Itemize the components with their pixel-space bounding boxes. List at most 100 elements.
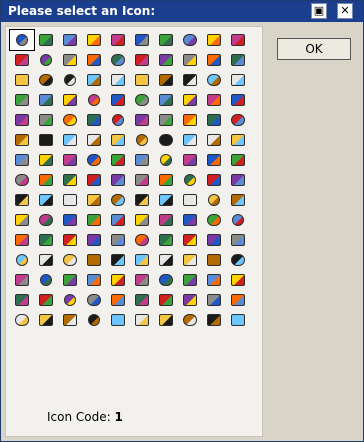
icon-cell[interactable] [58, 170, 82, 190]
icon-cell[interactable] [106, 50, 130, 70]
icon-cell[interactable] [34, 270, 58, 290]
icon-cell[interactable] [178, 30, 202, 50]
icon-cell[interactable] [82, 170, 106, 190]
icon-cell[interactable] [106, 90, 130, 110]
icon-cell[interactable] [82, 130, 106, 150]
icon-cell[interactable] [226, 210, 250, 230]
restore-icon[interactable]: ▣ [311, 3, 327, 19]
icon-cell[interactable] [34, 130, 58, 150]
icon-cell[interactable] [34, 150, 58, 170]
icon-cell[interactable] [154, 290, 178, 310]
icon-cell[interactable] [154, 70, 178, 90]
icon-cell[interactable] [106, 110, 130, 130]
icon-cell[interactable] [130, 70, 154, 90]
icon-cell[interactable] [106, 290, 130, 310]
icon-cell[interactable] [106, 190, 130, 210]
icon-cell[interactable] [106, 170, 130, 190]
icon-cell[interactable] [130, 210, 154, 230]
icon-cell[interactable] [34, 250, 58, 270]
icon-cell[interactable] [82, 270, 106, 290]
icon-cell[interactable] [130, 250, 154, 270]
icon-cell[interactable] [202, 210, 226, 230]
icon-cell[interactable] [154, 30, 178, 50]
icon-cell[interactable] [58, 150, 82, 170]
icon-cell[interactable] [58, 110, 82, 130]
icon-cell[interactable] [10, 150, 34, 170]
icon-cell[interactable] [82, 210, 106, 230]
icon-cell[interactable] [106, 150, 130, 170]
icon-cell[interactable] [130, 170, 154, 190]
icon-cell[interactable] [34, 110, 58, 130]
icon-cell[interactable] [130, 90, 154, 110]
icon-cell[interactable] [82, 310, 106, 330]
icon-cell[interactable] [202, 150, 226, 170]
icon-cell[interactable] [130, 50, 154, 70]
icon-cell[interactable] [154, 230, 178, 250]
icon-cell[interactable] [34, 190, 58, 210]
icon-cell[interactable] [202, 290, 226, 310]
icon-cell[interactable] [58, 250, 82, 270]
icon-cell[interactable] [10, 230, 34, 250]
icon-cell[interactable] [34, 170, 58, 190]
icon-cell[interactable] [202, 70, 226, 90]
icon-cell[interactable] [58, 230, 82, 250]
icon-cell[interactable] [82, 70, 106, 90]
icon-cell[interactable] [202, 270, 226, 290]
icon-cell[interactable] [130, 270, 154, 290]
icon-cell[interactable] [34, 310, 58, 330]
icon-cell[interactable] [10, 50, 34, 70]
icon-cell[interactable] [202, 130, 226, 150]
icon-cell[interactable] [178, 110, 202, 130]
icon-cell[interactable] [82, 190, 106, 210]
icon-cell[interactable] [154, 50, 178, 70]
icon-cell[interactable] [202, 90, 226, 110]
icon-cell[interactable] [202, 230, 226, 250]
icon-cell[interactable] [154, 130, 178, 150]
icon-cell[interactable] [226, 90, 250, 110]
icon-cell[interactable] [130, 130, 154, 150]
icon-cell[interactable] [178, 90, 202, 110]
icon-cell[interactable] [10, 90, 34, 110]
icon-cell[interactable] [10, 170, 34, 190]
icon-cell[interactable] [178, 210, 202, 230]
icon-cell[interactable] [226, 270, 250, 290]
icon-cell[interactable] [130, 190, 154, 210]
icon-cell[interactable] [130, 30, 154, 50]
icon-cell[interactable] [202, 50, 226, 70]
icon-cell[interactable] [154, 210, 178, 230]
icon-cell[interactable] [58, 130, 82, 150]
icon-cell[interactable] [178, 310, 202, 330]
icon-cell[interactable] [58, 270, 82, 290]
icon-cell[interactable] [202, 310, 226, 330]
icon-cell[interactable] [58, 50, 82, 70]
icon-cell[interactable] [106, 210, 130, 230]
icon-cell[interactable] [178, 170, 202, 190]
icon-cell[interactable] [82, 250, 106, 270]
icon-cell[interactable] [10, 70, 34, 90]
icon-cell[interactable] [106, 250, 130, 270]
icon-cell[interactable] [226, 150, 250, 170]
icon-cell[interactable] [106, 230, 130, 250]
icon-cell[interactable] [10, 270, 34, 290]
icon-cell[interactable] [10, 210, 34, 230]
icon-cell[interactable] [82, 30, 106, 50]
icon-cell[interactable] [58, 70, 82, 90]
icon-cell[interactable] [202, 170, 226, 190]
icon-cell[interactable] [226, 170, 250, 190]
icon-cell[interactable] [202, 30, 226, 50]
ok-button[interactable]: OK [277, 38, 351, 60]
icon-cell[interactable] [154, 170, 178, 190]
icon-cell[interactable] [226, 310, 250, 330]
icon-cell[interactable] [58, 310, 82, 330]
icon-cell[interactable] [106, 130, 130, 150]
icon-cell[interactable] [154, 150, 178, 170]
icon-cell[interactable] [82, 50, 106, 70]
icon-cell[interactable] [9, 29, 35, 51]
icon-cell[interactable] [58, 30, 82, 50]
icon-cell[interactable] [130, 290, 154, 310]
icon-cell[interactable] [82, 150, 106, 170]
icon-cell[interactable] [202, 110, 226, 130]
icon-cell[interactable] [226, 30, 250, 50]
icon-cell[interactable] [106, 30, 130, 50]
icon-cell[interactable] [226, 290, 250, 310]
